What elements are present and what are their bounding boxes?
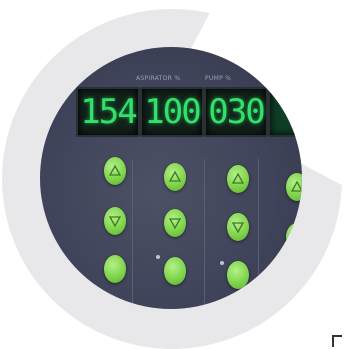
select-button[interactable] <box>227 261 249 289</box>
column-divider <box>258 159 259 309</box>
indicator-dot <box>220 261 224 265</box>
down-button[interactable] <box>227 213 249 241</box>
up-button[interactable] <box>227 165 249 193</box>
readout-1-value: 154 <box>80 92 137 132</box>
down-button[interactable] <box>164 209 186 237</box>
pump-header: PUMP % <box>205 75 232 82</box>
readout-2-value: 100 <box>144 92 201 132</box>
column-divider <box>132 159 133 309</box>
column-divider <box>204 159 205 309</box>
indicator-dot <box>156 255 160 259</box>
up-button[interactable] <box>164 163 186 191</box>
lcd-readout-4 <box>268 87 302 137</box>
triangle-up-icon <box>168 170 182 182</box>
up-button[interactable] <box>104 157 126 185</box>
up-button[interactable] <box>286 173 302 201</box>
aspirator-header: ASPIRATOR % <box>136 75 181 82</box>
down-button[interactable] <box>286 223 302 251</box>
triangle-up-icon <box>231 172 245 184</box>
triangle-down-icon <box>168 218 182 230</box>
triangle-down-icon <box>108 216 122 228</box>
lcd-readout-3: 030 <box>204 87 268 137</box>
select-button[interactable] <box>164 257 186 285</box>
triangle-down-icon <box>231 222 245 234</box>
triangle-up-icon <box>108 164 122 176</box>
lcd-readout-2: 100 <box>140 87 204 137</box>
control-panel-photo: ASPIRATOR % PUMP % 154 100 030 <box>40 47 302 309</box>
lcd-readout-1: 154 <box>76 87 140 137</box>
corner-bracket <box>332 335 342 347</box>
readout-3-value: 030 <box>208 92 265 132</box>
triangle-up-icon <box>290 180 302 192</box>
down-button[interactable] <box>104 207 126 235</box>
select-button[interactable] <box>104 255 126 283</box>
